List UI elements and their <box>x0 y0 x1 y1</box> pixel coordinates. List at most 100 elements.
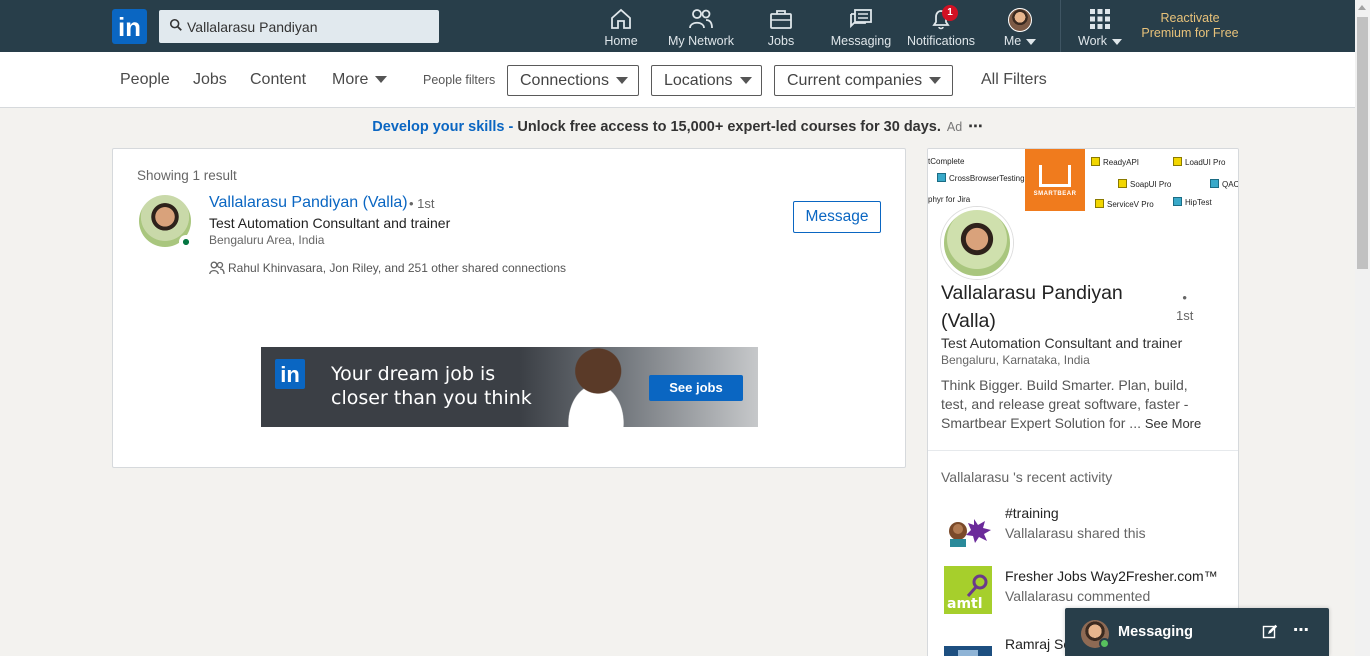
linkedin-logo[interactable]: in <box>112 9 147 44</box>
network-icon <box>689 9 713 29</box>
smartbear-logo: SMARTBEAR <box>1025 149 1085 211</box>
nav-me[interactable]: Me <box>998 8 1042 52</box>
cover-product: LoadUI Pro <box>1173 157 1225 167</box>
connections-filter-label: Connections <box>520 72 609 89</box>
cover-product-label: ServiceV Pro <box>1107 200 1154 209</box>
job-banner-ad[interactable]: in Your dream job is closer than you thi… <box>261 347 758 427</box>
banner-photo <box>541 347 651 427</box>
chevron-down-icon <box>1026 38 1037 45</box>
cover-product-label: SoapUI Pro <box>1130 180 1172 189</box>
product-icon <box>1091 157 1100 166</box>
premium-line1: Reactivate <box>1160 11 1220 25</box>
product-icon <box>937 173 946 182</box>
svg-text:amtl: amtl <box>947 596 983 612</box>
ad-tag: Ad <box>946 120 963 134</box>
page-scrollbar[interactable] <box>1355 0 1370 656</box>
messaging-icon <box>850 9 872 29</box>
see-jobs-button[interactable]: See jobs <box>649 375 743 401</box>
profile-name[interactable]: Vallalarasu Pandiyan (Valla) <box>941 279 1151 335</box>
activity-thumbnail: amtl <box>944 566 992 614</box>
activity-item[interactable]: #training Vallalarasu shared this <box>941 503 1231 555</box>
search-input[interactable] <box>187 10 432 43</box>
messaging-overlay-bar[interactable]: Messaging ⋯ <box>1065 608 1329 656</box>
product-icon <box>1173 197 1182 206</box>
messaging-more-icon[interactable]: ⋯ <box>1293 620 1310 640</box>
result-name[interactable]: Vallalarasu Pandiyan (Valla) <box>209 194 408 212</box>
banner-line1: Your dream job is <box>331 363 496 385</box>
text-ad: Develop your skills - Unlock free access… <box>0 119 1355 135</box>
search-box[interactable] <box>159 10 439 43</box>
scrollbar-thumb[interactable] <box>1357 17 1368 269</box>
nav-jobs[interactable]: Jobs <box>762 8 800 52</box>
result-location: Bengaluru Area, India <box>209 233 325 247</box>
nav-messaging[interactable]: Messaging <box>830 8 892 52</box>
product-icon <box>1095 199 1104 208</box>
nav-work[interactable]: Work <box>1072 8 1128 52</box>
nav-my-network[interactable]: My Network <box>666 8 736 52</box>
tab-jobs[interactable]: Jobs <box>193 71 227 89</box>
connections-icon <box>209 261 225 275</box>
cover-product: QAC <box>1210 179 1238 189</box>
banner-line2: closer than you think <box>331 387 532 409</box>
tab-more-label: More <box>332 71 369 88</box>
activity-title: #training <box>1005 505 1059 521</box>
nav-home-label: Home <box>604 34 638 48</box>
tab-more[interactable]: More <box>332 71 388 89</box>
smartbear-crown-icon <box>1039 165 1071 187</box>
nav-notifications-label: Notifications <box>906 34 976 48</box>
nav-me-label: Me <box>1003 34 1022 48</box>
ad-text[interactable]: Unlock free access to 15,000+ expert-led… <box>513 119 941 135</box>
tab-people[interactable]: People <box>120 71 170 89</box>
tab-content[interactable]: Content <box>250 71 306 89</box>
cover-product: SoapUI Pro <box>1118 179 1171 189</box>
cover-product-label: LoadUI Pro <box>1185 158 1226 167</box>
cover-product-label: ReadyAPI <box>1103 158 1140 167</box>
online-status-icon <box>1099 638 1110 649</box>
product-icon <box>1210 179 1219 188</box>
shared-connections[interactable]: Rahul Khinvasara, Jon Riley, and 251 oth… <box>209 261 566 275</box>
current-companies-filter-label: Current companies <box>787 72 923 89</box>
nav-notifications[interactable]: 1 Notifications <box>905 5 977 52</box>
online-status-icon <box>179 235 193 249</box>
all-filters-button[interactable]: All Filters <box>981 71 1047 89</box>
search-results-card: Showing 1 result Vallalarasu Pandiyan (V… <box>112 148 906 468</box>
current-companies-filter-button[interactable]: Current companies <box>774 65 953 96</box>
nav-home[interactable]: Home <box>600 8 642 52</box>
smartbear-brand: SMARTBEAR <box>1033 191 1077 197</box>
nav-me-label-wrap: Me <box>998 34 1042 48</box>
nav-jobs-label: Jobs <box>767 34 795 48</box>
recent-activity-title: Vallalarasu 's recent activity <box>941 469 1113 485</box>
profile-degree: • 1st <box>1176 289 1193 325</box>
avatar <box>1008 8 1032 32</box>
ad-more-icon[interactable]: ⋯ <box>968 119 983 135</box>
connections-filter-button[interactable]: Connections <box>507 65 639 96</box>
message-button[interactable]: Message <box>793 201 881 233</box>
chevron-down-icon <box>929 77 942 85</box>
cover-product: ReadyAPI <box>1091 157 1139 167</box>
profile-preview-card: SMARTBEAR tComplete ReadyAPI LoadUI Pro … <box>927 148 1239 656</box>
activity-title: Fresher Jobs Way2Fresher.com™ <box>1005 568 1218 584</box>
ad-link[interactable]: Develop your skills - <box>372 119 513 135</box>
linkedin-logo: in <box>275 359 305 389</box>
profile-degree-label: 1st <box>1176 308 1194 323</box>
top-navbar: in Home My Network Jobs Messaging 1 Noti… <box>0 0 1355 52</box>
profile-avatar[interactable] <box>941 207 1013 279</box>
scroll-up-icon[interactable] <box>1358 5 1366 10</box>
cover-product-label: HipTest <box>1185 198 1212 207</box>
chevron-down-icon <box>375 76 388 84</box>
premium-line2: Premium for Free <box>1141 26 1239 40</box>
home-icon <box>611 8 631 29</box>
locations-filter-button[interactable]: Locations <box>651 65 762 96</box>
results-count: Showing 1 result <box>137 168 237 183</box>
see-more-link[interactable]: See More <box>1145 416 1201 431</box>
premium-link[interactable]: Reactivate Premium for Free <box>1135 11 1245 41</box>
cover-product: tComplete <box>928 157 965 166</box>
chevron-down-icon <box>615 77 628 85</box>
compose-icon[interactable] <box>1262 624 1278 640</box>
banner-text: Your dream job is closer than you think <box>331 362 532 410</box>
chevron-down-icon <box>739 77 752 85</box>
cover-product: HipTest <box>1173 197 1212 207</box>
nav-messaging-label: Messaging <box>830 34 892 48</box>
locations-filter-label: Locations <box>664 72 733 89</box>
activity-subtitle: Vallalarasu commented <box>1005 588 1151 604</box>
